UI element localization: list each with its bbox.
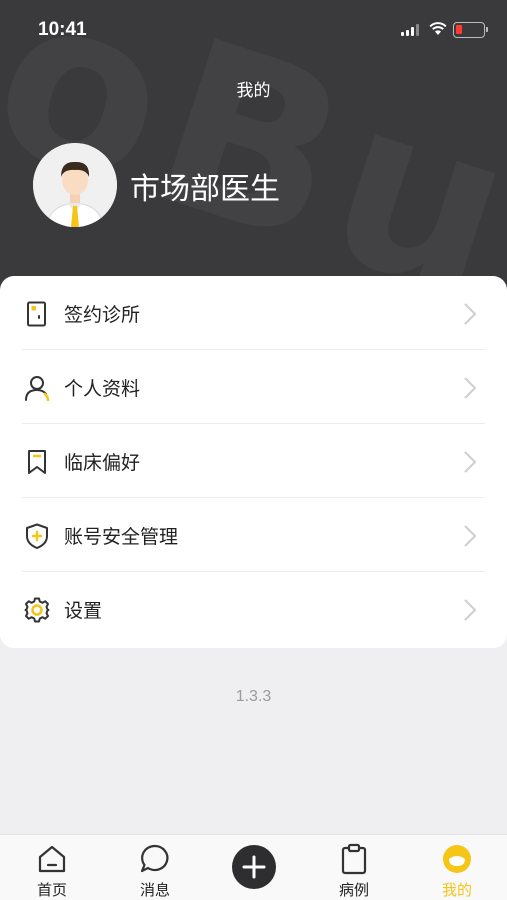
chat-bubble-icon (140, 844, 169, 873)
clinic-door-icon (27, 301, 46, 327)
page-title: 我的 (236, 81, 271, 101)
tab-label: 我的 (441, 881, 472, 899)
gear-icon (24, 597, 50, 623)
app-version: 1.3.3 (235, 688, 272, 705)
cellular-signal-icon (401, 24, 423, 36)
menu-item-account-security[interactable]: 账号安全管理 (0, 498, 507, 572)
tab-cases[interactable]: 病例 (304, 835, 404, 900)
tab-label: 病例 (338, 881, 369, 899)
chevron-right-icon (464, 303, 477, 325)
menu-item-label: 临床偏好 (64, 452, 141, 474)
tab-mine[interactable]: 我的 (407, 835, 507, 900)
plus-icon (242, 855, 266, 879)
wifi-icon (429, 22, 447, 35)
doctor-avatar-icon (33, 143, 117, 227)
chevron-right-icon (464, 599, 477, 621)
tab-label: 消息 (139, 881, 170, 899)
add-button[interactable] (232, 845, 276, 889)
menu-item-settings[interactable]: 设置 (0, 572, 507, 646)
tab-home[interactable]: 首页 (2, 835, 102, 900)
tab-label: 首页 (36, 881, 67, 899)
chevron-right-icon (464, 451, 477, 473)
chevron-right-icon (464, 525, 477, 547)
menu-item-label: 签约诊所 (64, 304, 141, 326)
home-icon (38, 845, 66, 873)
user-name: 市场部医生 (130, 172, 280, 207)
status-bar: 10:41 (0, 0, 507, 60)
chevron-right-icon (464, 377, 477, 399)
menu-card: 签约诊所 个人资料 临床偏好 账号安全管理 设置 (0, 276, 507, 648)
profile-header: oBull 10:41 我的 市场部医生 (0, 0, 507, 290)
status-time: 10:41 (38, 19, 87, 40)
menu-item-signed-clinic[interactable]: 签约诊所 (0, 276, 507, 350)
shield-plus-icon (26, 523, 48, 549)
tab-messages[interactable]: 消息 (105, 835, 205, 900)
clipboard-icon (341, 843, 367, 875)
menu-item-clinical-preferences[interactable]: 临床偏好 (0, 424, 507, 498)
battery-icon (453, 22, 488, 38)
avatar[interactable] (33, 143, 117, 227)
menu-item-personal-info[interactable]: 个人资料 (0, 350, 507, 424)
bookmark-icon (28, 450, 46, 474)
person-icon (25, 376, 50, 402)
menu-item-label: 个人资料 (64, 378, 141, 400)
menu-item-label: 账号安全管理 (64, 526, 179, 548)
menu-item-label: 设置 (64, 600, 103, 622)
profile-face-icon (443, 845, 471, 873)
